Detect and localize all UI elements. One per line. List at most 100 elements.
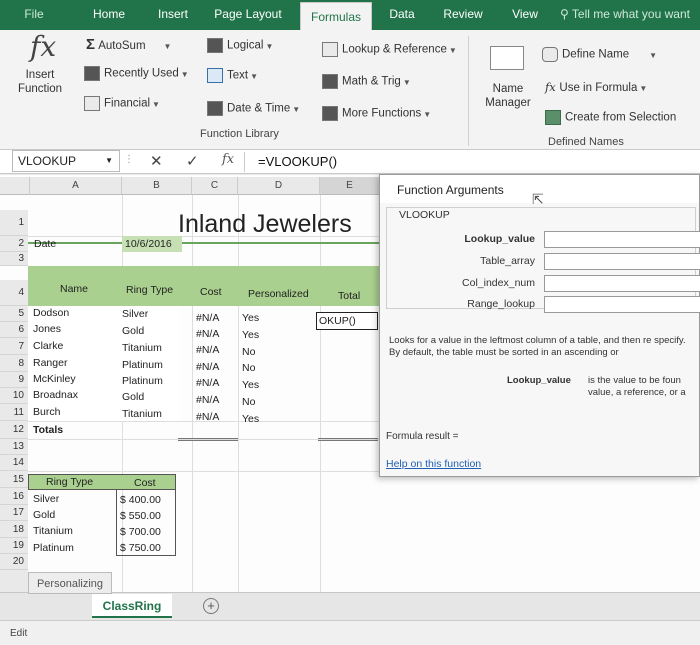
cell-b10[interactable]: Gold bbox=[122, 391, 144, 403]
cell-b9[interactable]: Platinum bbox=[122, 375, 163, 387]
cell-c9[interactable]: #N/A bbox=[196, 377, 219, 389]
cell-d9[interactable]: Yes bbox=[242, 379, 259, 391]
tab-review[interactable]: Review bbox=[436, 0, 490, 30]
row-header-4[interactable]: 4 bbox=[0, 280, 28, 306]
lookup-a16[interactable]: Silver bbox=[33, 493, 59, 505]
row-header-10[interactable]: 10 bbox=[0, 388, 28, 404]
date-value-cell[interactable]: 10/6/2016 bbox=[122, 236, 182, 252]
name-manager-icon[interactable] bbox=[490, 46, 524, 70]
date-time-button[interactable]: Date & Time ▼ bbox=[207, 101, 300, 116]
cell-a8[interactable]: Ranger bbox=[33, 357, 67, 369]
cell-c11[interactable]: #N/A bbox=[196, 411, 219, 423]
row-header-18[interactable]: 18 bbox=[0, 521, 28, 538]
cell-c10[interactable]: #N/A bbox=[196, 394, 219, 406]
insert-function-button[interactable]: Insert Function bbox=[14, 68, 66, 96]
lookup-header-cost[interactable]: Cost bbox=[134, 477, 156, 489]
arg-lookup-value-input[interactable] bbox=[544, 231, 700, 248]
row-header-20[interactable]: 20 bbox=[0, 554, 28, 570]
row-header-13[interactable]: 13 bbox=[0, 439, 28, 455]
cell-d10[interactable]: No bbox=[242, 396, 255, 408]
enter-button[interactable]: ✓ bbox=[186, 152, 199, 170]
row-header-16[interactable]: 16 bbox=[0, 488, 28, 505]
lookup-b16[interactable]: $ 400.00 bbox=[120, 494, 161, 506]
cell-a10[interactable]: Broadnax bbox=[33, 389, 78, 401]
sheet-title[interactable]: Inland Jewelers bbox=[178, 210, 352, 239]
cell-b6[interactable]: Gold bbox=[122, 325, 144, 337]
column-header-d[interactable]: D bbox=[238, 177, 320, 195]
cell-b11[interactable]: Titanium bbox=[122, 408, 162, 420]
cell-d8[interactable]: No bbox=[242, 362, 255, 374]
tell-me-box[interactable]: ⚲ Tell me what you want bbox=[560, 0, 700, 30]
sheet-tab-classring[interactable]: ClassRing bbox=[92, 594, 172, 618]
select-all-corner[interactable] bbox=[0, 177, 30, 195]
cell-a9[interactable]: McKinley bbox=[33, 373, 76, 385]
row-header-8[interactable]: 8 bbox=[0, 355, 28, 372]
name-manager-button[interactable]: Name Manager bbox=[480, 82, 536, 110]
math-trig-button[interactable]: Math & Trig ▼ bbox=[322, 74, 411, 89]
column-header-b[interactable]: B bbox=[122, 177, 192, 195]
date-label-cell[interactable]: Date bbox=[34, 238, 56, 250]
column-header-e[interactable]: E bbox=[320, 177, 380, 195]
active-cell-e5[interactable]: OKUP() bbox=[316, 312, 378, 330]
row-header-15[interactable]: 15 bbox=[0, 471, 28, 488]
tab-formulas[interactable]: Formulas bbox=[300, 2, 372, 30]
lookup-reference-button[interactable]: Lookup & Reference ▼ bbox=[322, 42, 457, 57]
more-functions-button[interactable]: More Functions ▼ bbox=[322, 106, 431, 121]
row-header-9[interactable]: 9 bbox=[0, 372, 28, 388]
autosum-button[interactable]: Σ AutoSum ▼ bbox=[86, 36, 171, 53]
lookup-a17[interactable]: Gold bbox=[33, 509, 55, 521]
row-header-6[interactable]: 6 bbox=[0, 322, 28, 338]
arg-range-lookup-input[interactable] bbox=[544, 296, 700, 313]
cell-a6[interactable]: Jones bbox=[33, 323, 61, 335]
function-arguments-dialog[interactable]: Function Arguments ⇱ VLOOKUP Lookup_valu… bbox=[379, 174, 700, 477]
formula-input[interactable]: =VLOOKUP() bbox=[258, 154, 337, 169]
row-header-1[interactable]: 1 bbox=[0, 210, 28, 236]
header-personalized[interactable]: Personalized bbox=[248, 288, 309, 300]
define-name-button[interactable]: Define Name ▼ bbox=[542, 47, 657, 62]
text-button[interactable]: Text ▼ bbox=[207, 68, 258, 83]
lookup-b19[interactable]: $ 750.00 bbox=[120, 542, 161, 554]
column-header-c[interactable]: C bbox=[192, 177, 238, 195]
recently-used-button[interactable]: Recently Used ▼ bbox=[84, 66, 189, 81]
insert-function-small-button[interactable]: fx bbox=[222, 152, 234, 167]
row-header-19[interactable]: 19 bbox=[0, 538, 28, 554]
row-header-14[interactable]: 14 bbox=[0, 455, 28, 471]
lookup-header-ring-type[interactable]: Ring Type bbox=[46, 476, 93, 488]
cancel-button[interactable]: ✕ bbox=[150, 152, 163, 170]
arg-table-array-input[interactable] bbox=[544, 253, 700, 270]
cell-a5[interactable]: Dodson bbox=[33, 307, 69, 319]
tab-home[interactable]: Home bbox=[82, 0, 136, 30]
totals-label-cell[interactable]: Totals bbox=[33, 424, 63, 436]
cell-b5[interactable]: Silver bbox=[122, 308, 148, 320]
row-header-2[interactable]: 2 bbox=[0, 236, 28, 252]
lookup-b18[interactable]: $ 700.00 bbox=[120, 526, 161, 538]
help-on-function-link[interactable]: Help on this function bbox=[386, 458, 481, 470]
cell-a7[interactable]: Clarke bbox=[33, 340, 63, 352]
row-header-17[interactable]: 17 bbox=[0, 505, 28, 521]
sheet-tab-personalizing[interactable]: Personalizing bbox=[28, 572, 112, 594]
row-header-7[interactable]: 7 bbox=[0, 338, 28, 355]
row-header-11[interactable]: 11 bbox=[0, 404, 28, 421]
chevron-down-icon[interactable]: ▼ bbox=[105, 151, 113, 171]
arg-col-index-input[interactable] bbox=[544, 275, 700, 292]
use-in-formula-button[interactable]: fx Use in Formula ▼ bbox=[545, 80, 647, 94]
cell-d7[interactable]: No bbox=[242, 346, 255, 358]
row-header-12[interactable]: 12 bbox=[0, 421, 28, 439]
cell-b8[interactable]: Platinum bbox=[122, 359, 163, 371]
tab-page-layout[interactable]: Page Layout bbox=[210, 0, 286, 30]
header-cost[interactable]: Cost bbox=[200, 286, 222, 298]
cell-c6[interactable]: #N/A bbox=[196, 328, 219, 340]
logical-button[interactable]: Logical ▼ bbox=[207, 38, 273, 53]
name-box[interactable]: VLOOKUP ▼ bbox=[12, 150, 120, 172]
tab-view[interactable]: View bbox=[504, 0, 546, 30]
row-header-3[interactable]: 3 bbox=[0, 252, 28, 266]
tab-data[interactable]: Data bbox=[380, 0, 424, 30]
cell-c8[interactable]: #N/A bbox=[196, 361, 219, 373]
tab-file[interactable]: File bbox=[0, 0, 68, 30]
lookup-a18[interactable]: Titanium bbox=[33, 525, 73, 537]
lookup-a19[interactable]: Platinum bbox=[33, 542, 74, 554]
add-sheet-icon[interactable]: + bbox=[203, 598, 219, 614]
cell-d6[interactable]: Yes bbox=[242, 329, 259, 341]
header-total[interactable]: Total bbox=[338, 290, 360, 302]
cell-c7[interactable]: #N/A bbox=[196, 344, 219, 356]
